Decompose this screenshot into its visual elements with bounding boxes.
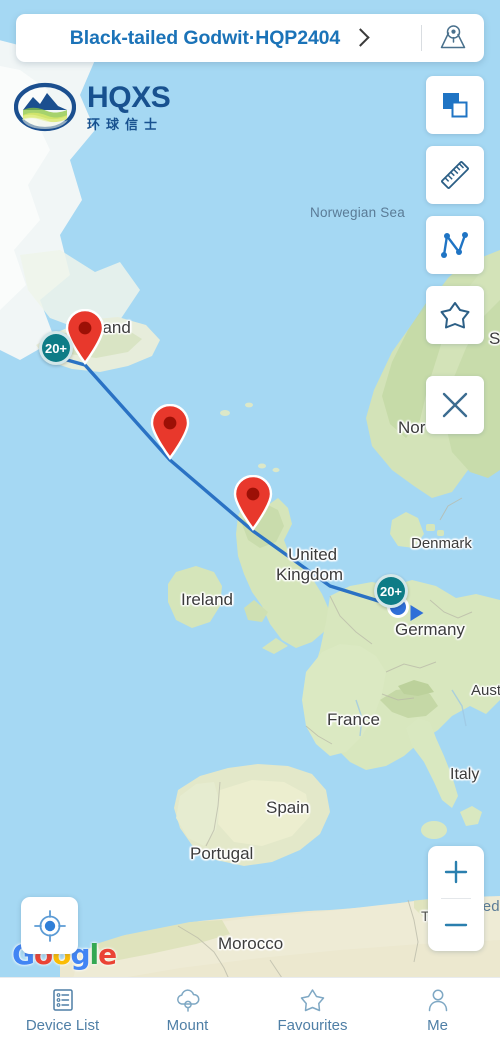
device-title-bar: Black-tailed Godwit·HQP2404 <box>16 14 484 62</box>
nav-label: Mount <box>166 1017 209 1034</box>
device-selector-button[interactable]: Black-tailed Godwit·HQP2404 <box>16 14 421 62</box>
nav-item-device-list[interactable]: Device List <box>0 978 125 1043</box>
layers-button[interactable] <box>426 76 484 134</box>
nav-item-favourites[interactable]: Favourites <box>250 978 375 1043</box>
track-button[interactable] <box>426 216 484 274</box>
device-title: Black-tailed Godwit·HQP2404 <box>69 26 341 49</box>
locate-crosshair-icon <box>33 909 66 942</box>
nav-item-mount[interactable]: Mount <box>125 978 250 1043</box>
zoom-out-button[interactable] <box>428 899 484 951</box>
close-button[interactable] <box>426 376 484 434</box>
track-pin-scotland[interactable] <box>232 474 274 532</box>
nav-label: Favourites <box>277 1017 348 1034</box>
locate-me-button[interactable] <box>21 897 78 954</box>
measure-button[interactable] <box>426 146 484 204</box>
zoom-in-button[interactable] <box>428 846 484 898</box>
chevron-right-icon <box>351 28 370 47</box>
map-canvas[interactable]: Norwegian Sea Med Iceland Nor S Denmark … <box>0 0 500 1043</box>
map-pin-area-button[interactable] <box>422 14 484 62</box>
favourite-button[interactable] <box>426 286 484 344</box>
person-icon <box>428 989 447 1012</box>
cluster-badge-iceland[interactable]: 20+ <box>39 331 73 365</box>
cluster-badge-germany[interactable]: 20+ <box>374 574 408 608</box>
bottom-navigation: Device List Mount Favourites Me <box>0 977 500 1043</box>
device-list-icon <box>52 989 73 1011</box>
nav-item-me[interactable]: Me <box>375 978 500 1043</box>
direction-arrow-icon <box>410 605 424 621</box>
cluster-count: 20+ <box>379 583 403 599</box>
zoom-controls <box>428 846 484 951</box>
map-toolbar <box>426 76 484 434</box>
track-pin-atlantic[interactable] <box>149 403 191 461</box>
star-outline-icon <box>300 989 325 1012</box>
nav-label: Device List <box>25 1017 100 1034</box>
cluster-count: 20+ <box>44 340 68 356</box>
app-root: Norwegian Sea Med Iceland Nor S Denmark … <box>0 0 500 1043</box>
nav-label: Me <box>427 1017 448 1034</box>
cloud-mount-icon <box>176 989 199 1012</box>
